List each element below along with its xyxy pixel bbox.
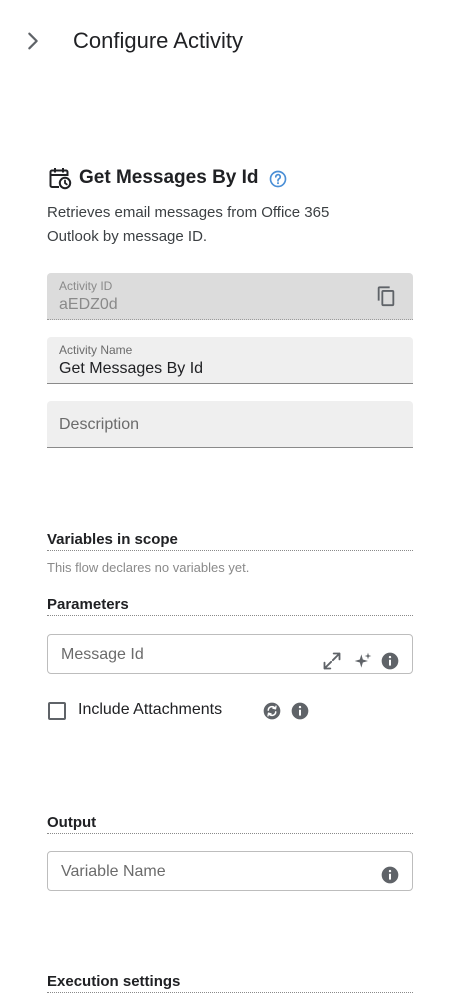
activity-id-label: Activity ID	[59, 279, 113, 293]
parameters-heading: Parameters	[47, 596, 413, 616]
activity-id-field: Activity ID aEDZ0d	[47, 273, 413, 320]
expand-icon[interactable]	[322, 651, 342, 671]
activity-name-field[interactable]: Activity Name Get Messages By Id	[47, 337, 413, 384]
calendar-clock-icon	[49, 168, 72, 190]
copy-icon[interactable]	[375, 285, 397, 307]
activity-title: Get Messages By Id	[79, 167, 259, 188]
message-id-field[interactable]: Message Id	[47, 634, 413, 674]
activity-name-label: Activity Name	[59, 343, 133, 357]
help-circle-icon[interactable]	[268, 169, 288, 189]
no-variables-note: This flow declares no variables yet.	[47, 560, 250, 575]
variable-name-placeholder[interactable]: Variable Name	[61, 863, 166, 881]
chevron-right-icon[interactable]	[22, 30, 44, 52]
refresh-icon[interactable]	[262, 701, 282, 721]
include-attachments-label: Include Attachments	[78, 701, 223, 718]
info-icon[interactable]	[380, 651, 400, 671]
attachments-info-icon[interactable]	[290, 701, 310, 721]
description-placeholder[interactable]: Description	[59, 416, 139, 434]
include-attachments-checkbox[interactable]	[48, 702, 66, 720]
execution-settings-heading: Execution settings	[47, 973, 413, 993]
output-heading: Output	[47, 814, 413, 834]
activity-description: Retrieves email messages from Office 365…	[47, 204, 330, 245]
variables-in-scope-heading: Variables in scope	[47, 531, 413, 551]
sparkle-icon[interactable]	[353, 651, 373, 671]
variable-name-field[interactable]: Variable Name	[47, 851, 413, 891]
activity-id-value: aEDZ0d	[59, 296, 118, 313]
description-field[interactable]: Description	[47, 401, 413, 448]
message-id-placeholder[interactable]: Message Id	[61, 646, 144, 664]
activity-name-value[interactable]: Get Messages By Id	[59, 360, 203, 378]
page-title: Configure Activity	[73, 28, 243, 53]
output-info-icon[interactable]	[380, 865, 400, 885]
